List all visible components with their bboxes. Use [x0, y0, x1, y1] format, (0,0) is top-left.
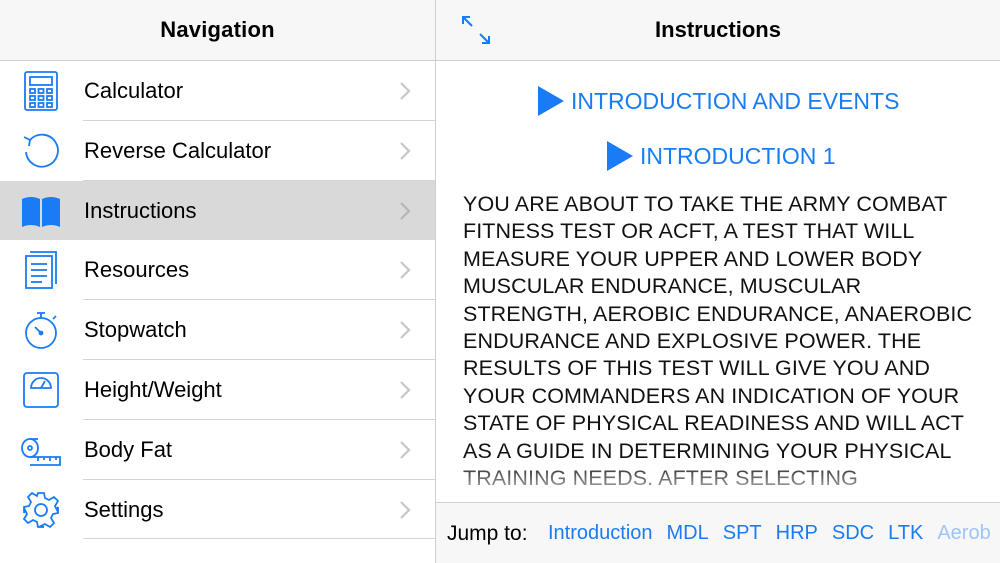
nav-item-label: Settings: [84, 496, 164, 522]
chevron-right-icon: [400, 261, 411, 280]
nav-item-stopwatch[interactable]: Stopwatch: [0, 300, 435, 360]
jump-link-sdc[interactable]: SDC: [832, 522, 874, 545]
instructions-content[interactable]: INTRODUCTION AND EVENTS INTRODUCTION 1 Y…: [436, 61, 1000, 501]
play-icon: [607, 141, 633, 171]
chevron-right-icon: [400, 500, 411, 519]
stopwatch-icon: [20, 310, 62, 350]
navigation-title: Navigation: [160, 17, 275, 42]
calculator-icon: [20, 71, 62, 111]
nav-item-settings[interactable]: Settings: [0, 479, 435, 540]
chevron-right-icon: [400, 381, 411, 399]
chevron-right-icon: [400, 441, 411, 459]
nav-item-reverse-calculator[interactable]: Reverse Calculator: [0, 120, 435, 181]
nav-item-label: Instructions: [84, 197, 197, 223]
chevron-right-icon: [400, 201, 411, 220]
nav-item-body-fat[interactable]: Body Fat: [0, 419, 435, 480]
nav-item-height-weight[interactable]: Height/Weight: [0, 359, 435, 420]
detail-pane: Instructions INTRODUCTION AND EVENTS INT…: [436, 0, 1000, 563]
jump-link-ltk[interactable]: LTK: [888, 522, 923, 545]
section-link-label: INTRODUCTION 1: [640, 142, 836, 169]
chevron-right-icon: [400, 82, 411, 100]
nav-item-label: Body Fat: [84, 436, 173, 462]
detail-title: Instructions: [655, 17, 781, 42]
nav-item-label: Resources: [84, 257, 190, 283]
detail-navigation-bar: Instructions: [436, 0, 1000, 61]
jump-link-hrp[interactable]: HRP: [776, 522, 818, 545]
row-separator: [83, 538, 435, 540]
jump-link-spt[interactable]: SPT: [723, 522, 762, 545]
nav-item-instructions[interactable]: Instructions: [0, 180, 435, 241]
reverse-arrow-icon: [20, 131, 62, 171]
navigation-bar: Navigation: [0, 0, 435, 61]
scale-icon: [20, 370, 62, 410]
nav-item-label: Calculator: [84, 78, 184, 103]
section-link-introduction-and-events[interactable]: INTRODUCTION AND EVENTS: [538, 86, 899, 116]
book-icon: [20, 191, 62, 231]
nav-item-resources[interactable]: Resources: [0, 240, 435, 301]
nav-item-calculator[interactable]: Calculator: [0, 61, 435, 121]
jump-link-introduction[interactable]: Introduction: [548, 522, 653, 545]
jump-links: Introduction MDL SPT HRP SDC LTK Aerob: [548, 522, 991, 545]
scroll-fade: [436, 461, 1000, 501]
nav-item-label: Reverse Calculator: [84, 137, 272, 163]
nav-item-label: Stopwatch: [84, 317, 187, 343]
jump-link-aerobic[interactable]: Aerob: [937, 522, 990, 545]
navigation-pane: Navigation Calculator Reverse Calculator…: [0, 0, 435, 563]
navigation-list: Calculator Reverse Calculator Instructio…: [0, 61, 435, 540]
jump-toolbar: Jump to: Introduction MDL SPT HRP SDC LT…: [436, 502, 1000, 563]
jump-link-mdl[interactable]: MDL: [667, 522, 709, 545]
gear-icon: [20, 490, 62, 530]
tape-measure-icon: [20, 430, 62, 470]
document-icon: [20, 250, 62, 290]
chevron-right-icon: [400, 142, 411, 160]
section-link-introduction-1[interactable]: INTRODUCTION 1: [607, 141, 836, 171]
instructions-body-text: YOU ARE ABOUT TO TAKE THE ARMY COMBAT FI…: [463, 192, 973, 490]
nav-item-label: Height/Weight: [84, 376, 222, 402]
jump-to-label: Jump to:: [447, 522, 528, 545]
play-icon: [538, 86, 564, 116]
section-link-label: INTRODUCTION AND EVENTS: [571, 87, 900, 114]
chevron-right-icon: [400, 321, 411, 339]
